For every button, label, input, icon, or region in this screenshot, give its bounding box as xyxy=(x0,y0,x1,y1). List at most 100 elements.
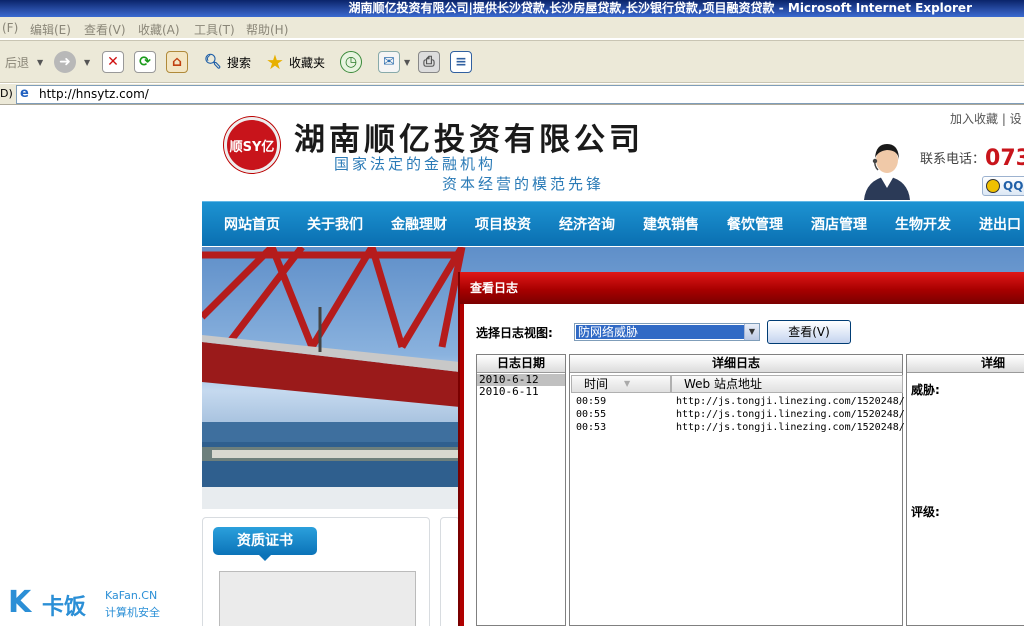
log-date-item[interactable]: 2010-6-11 xyxy=(477,386,565,398)
address-url: http://hnsytz.com/ xyxy=(39,87,149,101)
history-button[interactable]: ◷ xyxy=(340,47,362,77)
mail-button[interactable]: ✉ ▼ xyxy=(378,47,410,77)
content-panel xyxy=(440,517,460,626)
back-button[interactable]: 后退 ▼ xyxy=(2,47,43,77)
back-label: 后退 xyxy=(5,55,30,70)
row-time: 00:59 xyxy=(576,396,607,407)
refresh-icon: ⟳ xyxy=(134,51,156,73)
log-dates-panel: 日志日期 2010-6-12 2010-6-11 xyxy=(476,354,566,626)
nav-item-finance[interactable]: 金融理财 xyxy=(391,214,447,234)
threat-label: 威胁: xyxy=(911,383,940,397)
watermark-name: 卡饭 xyxy=(42,595,87,620)
certificate-image[interactable] xyxy=(219,571,416,626)
table-row[interactable]: 00:59 http://js.tongji.linezing.com/15202… xyxy=(576,395,905,408)
address-bar: D) e http://hnsytz.com/ xyxy=(0,84,1024,105)
slogan-line-1: 国家法定的金融机构 xyxy=(334,155,497,173)
column-time-label: 时间 xyxy=(584,377,609,391)
level-label: 评级: xyxy=(911,505,940,519)
table-row[interactable]: 00:55 http://js.tongji.linezing.com/15202… xyxy=(576,408,905,421)
customer-service-agent-image xyxy=(864,144,910,200)
forward-button[interactable]: ➜ ▼ xyxy=(54,47,90,77)
log-view-label: 选择日志视图: xyxy=(476,326,553,340)
view-button[interactable]: 查看(V) xyxy=(767,320,851,344)
mail-icon: ✉ xyxy=(378,51,400,73)
address-input[interactable]: e http://hnsytz.com/ xyxy=(16,85,1024,104)
forward-dropdown-icon[interactable]: ▼ xyxy=(84,58,90,67)
log-detail-header: 详细日志 xyxy=(570,355,902,373)
menu-file[interactable]: (F) xyxy=(2,21,18,35)
stop-icon: ✕ xyxy=(102,51,124,73)
slogan-line-2: 资本经营的模范先锋 xyxy=(442,175,605,193)
menu-view[interactable]: 查看(V) xyxy=(84,21,126,38)
qq-penguin-icon xyxy=(986,179,1000,193)
nav-item-biotech[interactable]: 生物开发 xyxy=(895,214,951,234)
nav-item-hotel[interactable]: 酒店管理 xyxy=(811,214,867,234)
refresh-button[interactable]: ⟳ xyxy=(134,47,156,77)
edit-page-icon: ≡ xyxy=(450,51,472,73)
history-icon: ◷ xyxy=(340,51,362,73)
favorites-label: 收藏夹 xyxy=(289,55,326,70)
search-icon: 🔍︎ xyxy=(204,54,222,70)
qq-contact-button[interactable]: QQ xyxy=(982,176,1024,196)
menu-help[interactable]: 帮助(H) xyxy=(246,21,288,38)
menu-edit[interactable]: 编辑(E) xyxy=(30,21,71,38)
log-info-panel: 详细 威胁: 评级: xyxy=(906,354,1024,626)
certificate-panel: 资质证书 xyxy=(202,517,430,626)
column-header-site[interactable]: Web 站点地址 xyxy=(671,375,903,393)
edit-button[interactable]: ≡ xyxy=(450,47,472,77)
favorites-button[interactable]: ★ 收藏夹 xyxy=(264,47,325,77)
log-info-header: 详细 xyxy=(907,355,1024,373)
window-title: 湖南顺亿投资有限公司|提供长沙贷款,长沙房屋贷款,长沙银行贷款,项目融资贷款 -… xyxy=(348,1,972,15)
printer-icon: ⎙ xyxy=(418,51,440,73)
menu-bar: (F) 编辑(E) 查看(V) 收藏(A) 工具(T) 帮助(H) xyxy=(0,17,1024,39)
company-logo[interactable]: 顺SY亿 xyxy=(224,117,280,173)
dialog-body: 选择日志视图: 防网络威胁 ▼ 查看(V) 日志日期 2010-6-12 201… xyxy=(460,304,1024,626)
back-dropdown-icon[interactable]: ▼ xyxy=(37,58,43,67)
row-time: 00:55 xyxy=(576,409,607,420)
window-title-bar: 湖南顺亿投资有限公司|提供长沙贷款,长沙房屋贷款,长沙银行贷款,项目融资贷款 -… xyxy=(0,0,1024,17)
search-button[interactable]: 🔍︎ 搜索 xyxy=(202,47,251,77)
nav-item-catering[interactable]: 餐饮管理 xyxy=(727,214,783,234)
contact-phone: 联系电话：073 xyxy=(920,146,1024,171)
star-icon: ★ xyxy=(266,50,284,74)
watermark-tagline: 计算机安全 xyxy=(105,606,160,619)
nav-item-import-export[interactable]: 进出口 xyxy=(979,214,1021,234)
phone-label: 联系电话： xyxy=(920,152,986,167)
ie-page-icon: e xyxy=(20,86,29,101)
main-nav: 网站首页 关于我们 金融理财 项目投资 经济咨询 建筑销售 餐饮管理 酒店管理 … xyxy=(202,201,1024,246)
phone-number: 073 xyxy=(985,146,1024,171)
log-view-selected-value: 防网络威胁 xyxy=(576,325,744,339)
qq-label: QQ xyxy=(1003,179,1024,193)
menu-tools[interactable]: 工具(T) xyxy=(194,21,235,38)
sort-arrow-icon: ▼ xyxy=(624,379,631,388)
screen: 湖南顺亿投资有限公司|提供长沙贷款,长沙房屋贷款,长沙银行贷款,项目融资贷款 -… xyxy=(0,0,1024,626)
log-dates-header: 日志日期 xyxy=(477,355,565,373)
log-viewer-dialog: 查看日志 选择日志视图: 防网络威胁 ▼ 查看(V) 日志日期 2010-6-1… xyxy=(458,272,1024,626)
site-header: 顺SY亿 湖南顺亿投资有限公司 国家法定的金融机构 资本经营的模范先锋 加入收藏… xyxy=(202,106,1024,201)
menu-favorites[interactable]: 收藏(A) xyxy=(138,21,180,38)
log-view-select[interactable]: 防网络威胁 ▼ xyxy=(574,323,760,341)
nav-item-projects[interactable]: 项目投资 xyxy=(475,214,531,234)
home-button[interactable]: ⌂ xyxy=(166,47,188,77)
watermark-domain: KaFan.CN xyxy=(105,589,158,602)
chevron-down-icon[interactable]: ▼ xyxy=(744,324,759,340)
forward-arrow-icon: ➜ xyxy=(54,51,76,73)
search-label: 搜索 xyxy=(227,55,252,70)
dialog-title[interactable]: 查看日志 xyxy=(460,272,1024,304)
home-icon: ⌂ xyxy=(166,51,188,73)
certificate-tab[interactable]: 资质证书 xyxy=(213,527,317,561)
toolbar: 后退 ▼ ➜ ▼ ✕ ⟳ ⌂ 🔍︎ 搜索 ★ 收藏夹 ◷ ✉ ▼ ⎙ ≡ xyxy=(0,40,1024,83)
nav-item-construction[interactable]: 建筑销售 xyxy=(643,214,699,234)
address-label: D) xyxy=(0,87,13,100)
nav-item-consulting[interactable]: 经济咨询 xyxy=(559,214,615,234)
print-button[interactable]: ⎙ xyxy=(418,47,440,77)
table-row[interactable]: 00:53 http://js.tongji.linezing.com/15202… xyxy=(576,421,905,434)
log-detail-panel: 详细日志 时间 ▼ Web 站点地址 00:59 http://js.tongji… xyxy=(569,354,905,626)
nav-item-home[interactable]: 网站首页 xyxy=(224,214,280,234)
nav-item-about[interactable]: 关于我们 xyxy=(307,214,363,234)
stop-button[interactable]: ✕ xyxy=(102,47,124,77)
column-header-time[interactable]: 时间 ▼ xyxy=(571,375,671,393)
top-links[interactable]: 加入收藏 | 设 xyxy=(950,110,1022,127)
mail-dropdown-icon[interactable]: ▼ xyxy=(404,58,410,67)
row-url: http://js.tongji.linezing.com/1520248/ xyxy=(676,422,905,433)
